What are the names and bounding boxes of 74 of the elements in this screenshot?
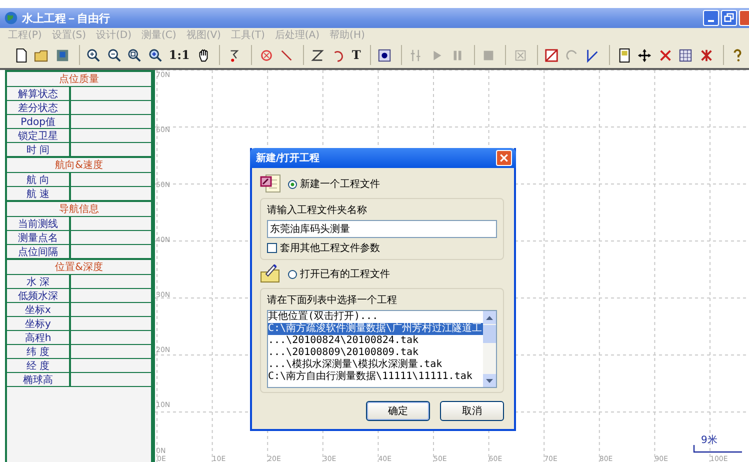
radio-button[interactable]: 新建一个工程文件: [288, 177, 380, 191]
zoom-out-icon: [106, 48, 122, 62]
map-canvas[interactable]: [153, 70, 749, 462]
new-file-icon: [260, 174, 282, 194]
field-label: 航 速: [26, 188, 50, 200]
field-label: 经 度: [26, 360, 50, 372]
section-title: 导航信息: [59, 202, 99, 216]
toolbar-button[interactable]: T: [350, 44, 363, 66]
field-label: Pdop值: [20, 116, 56, 128]
scale-label: 9米: [701, 434, 718, 447]
field-label: 坐标x: [25, 304, 51, 316]
zoom-window-icon: [127, 48, 142, 62]
minimize-button[interactable]: [703, 10, 719, 26]
zoom-in-icon: [86, 48, 102, 62]
star-cross-icon: [698, 48, 714, 62]
scrollbar[interactable]: [483, 311, 496, 387]
zigzag-icon: [310, 48, 326, 62]
minimize-icon: [708, 20, 714, 22]
down-arrow-icon: [486, 378, 493, 382]
close-icon: [499, 153, 509, 163]
radio-button[interactable]: 打开已有的工程文件: [288, 267, 390, 281]
dialog-button[interactable]: 确定: [366, 401, 430, 421]
zoom-icon: [148, 48, 163, 62]
move-icon: [637, 48, 652, 62]
list-item[interactable]: 其他位置(双击打开)...: [268, 311, 483, 323]
scroll-thumb[interactable]: [483, 325, 496, 343]
circle-cross-icon: [258, 48, 274, 62]
field-label: 椭球高: [23, 374, 53, 386]
line-icon: [279, 48, 294, 62]
close-button[interactable]: [496, 150, 512, 166]
list-item[interactable]: ...\模拟水深测量\模拟水深测量.tak: [268, 359, 483, 371]
field-label: 时 间: [26, 144, 50, 156]
restore-icon: [724, 13, 734, 23]
field-label: 差分状态: [18, 102, 58, 114]
document-icon: [616, 48, 632, 62]
up-arrow-icon: [486, 316, 493, 320]
list-item[interactable]: ...\20100824\20100824.tak: [268, 335, 483, 347]
section-title: 航向&速度: [55, 158, 103, 172]
project-list[interactable]: 其他位置(双击打开)... C:\南方疏浚软件测量数据\广州芳村过江隧道工 ...\20100824\20100824.tak ...\20100809\20100809.tak ...\模拟水深测量\模拟水深测量.tak C:\南方自由行测量数据\11111\11111.tak: [267, 310, 497, 388]
dialog-title: 新建/打开工程: [256, 151, 320, 165]
field-label: 低频水深: [18, 290, 58, 302]
grid-icon: [678, 48, 694, 62]
restore-button[interactable]: [721, 10, 737, 26]
field-label: 当前测线: [18, 218, 58, 230]
globe-icon: [4, 11, 18, 25]
checkbox[interactable]: 套用其他工程文件参数: [267, 241, 497, 255]
cross-box-icon: [512, 48, 528, 62]
section-title: 位置&深度: [55, 260, 103, 274]
new-document-icon: [14, 48, 29, 62]
angle-icon: [585, 48, 600, 62]
input-field[interactable]: 东莞油库码头测量: [267, 220, 497, 238]
window-title: 水上工程－自由行: [22, 10, 110, 26]
field-label: 高程h: [24, 332, 52, 344]
dialog-button[interactable]: 取消: [440, 401, 504, 421]
square-diagonal-icon: [544, 48, 560, 62]
field-label: 坐标y: [25, 318, 51, 330]
field-label: 航 向: [26, 174, 50, 186]
field-label: 锁定卫星: [18, 130, 58, 142]
field-label: 请输入工程文件夹名称: [267, 204, 368, 217]
list-item[interactable]: C:\南方自由行测量数据\11111\11111.tak: [268, 371, 483, 383]
cross-icon: [658, 48, 673, 62]
scale-bar: [693, 445, 743, 453]
field-label: 纬 度: [26, 346, 50, 358]
list-item[interactable]: ...\20100809\20100809.tak: [268, 347, 483, 359]
toolbar-button[interactable]: 1:1: [166, 44, 192, 66]
field-label: 点位间隔: [18, 246, 58, 258]
list-item[interactable]: C:\南方疏浚软件测量数据\广州芳村过江隧道工: [268, 323, 483, 335]
folder-icon: [34, 48, 50, 62]
field-label: 解算状态: [18, 88, 58, 100]
section-title: 点位质量: [59, 72, 99, 86]
field-label: 请在下面列表中选择一个工程: [267, 294, 398, 307]
field-label: 测量点名: [18, 232, 58, 244]
folder-pen-icon: [260, 264, 282, 284]
field-label: 水 深: [26, 276, 50, 288]
